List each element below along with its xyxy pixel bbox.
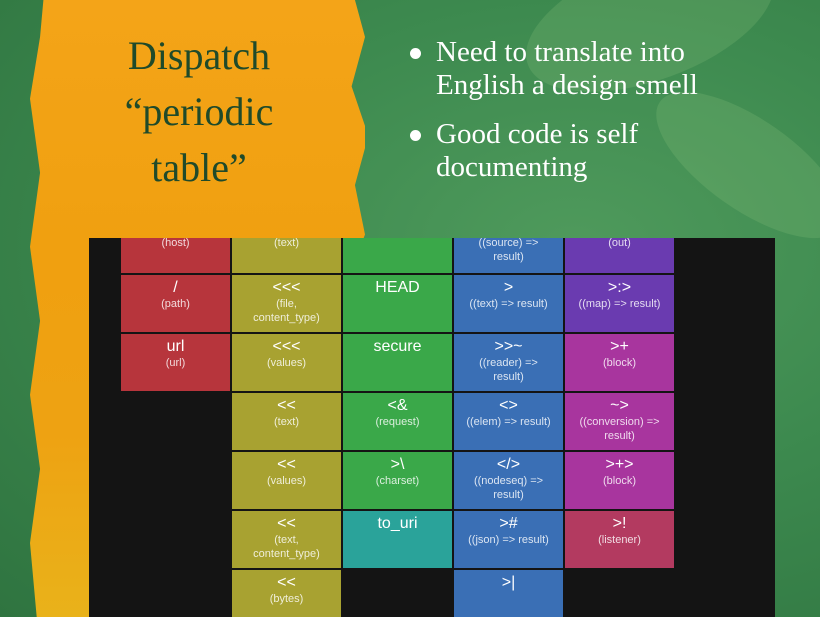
cell-symbol: to_uri bbox=[377, 515, 418, 532]
cell-symbol: <<< bbox=[272, 338, 301, 355]
table-cell: << (text) bbox=[232, 393, 341, 450]
table-cell: <<< (values) bbox=[232, 334, 341, 391]
bullet-2-line-1: Good code is self bbox=[436, 118, 639, 150]
cell-symbol: << bbox=[277, 574, 296, 591]
table-cell: HEAD bbox=[343, 275, 452, 332]
table-cell: <<< (file, content_type) bbox=[232, 275, 341, 332]
cell-signature: (request) bbox=[375, 416, 420, 428]
table-cell: to_uri bbox=[343, 511, 452, 568]
cell-signature: (text) bbox=[273, 238, 300, 249]
cell-symbol: ~> bbox=[610, 397, 629, 414]
cell-signature: (text, content_type) bbox=[253, 534, 320, 560]
table-cell: >+ (block) bbox=[565, 334, 674, 391]
cell-symbol: ># bbox=[499, 515, 518, 532]
cell-symbol: </> bbox=[496, 456, 521, 473]
cell-signature: ((map) => result) bbox=[578, 298, 661, 310]
cell-symbol: >! bbox=[612, 515, 627, 532]
table-cell: << (values) bbox=[232, 452, 341, 509]
bullet-dot-icon bbox=[410, 48, 421, 59]
table-cell: </> ((nodeseq) => result) bbox=[454, 452, 563, 509]
cell-signature: ((nodeseq) => result) bbox=[473, 475, 544, 501]
cell-signature: (path) bbox=[161, 298, 190, 310]
table-cell: ~> ((conversion) => result) bbox=[565, 393, 674, 450]
cell-symbol: >:> bbox=[607, 279, 632, 296]
table-cell: >:> ((map) => result) bbox=[565, 275, 674, 332]
cell-symbol: <& bbox=[387, 397, 408, 414]
table-cell: ># ((json) => result) bbox=[454, 511, 563, 568]
cell-symbol: >+ bbox=[610, 338, 629, 355]
table-cell: >! (listener) bbox=[565, 511, 674, 568]
cell-symbol: << bbox=[277, 456, 296, 473]
title-line-1: Dispatch bbox=[127, 33, 271, 78]
table-cell: ((source) => result) bbox=[454, 238, 563, 273]
table-cell: url (url) bbox=[121, 334, 230, 391]
cell-signature: (values) bbox=[266, 475, 307, 487]
table-cell: >\ (charset) bbox=[343, 452, 452, 509]
cell-symbol: << bbox=[277, 397, 296, 414]
bullet-2-line-2: documenting bbox=[436, 151, 588, 183]
cell-symbol: HEAD bbox=[375, 279, 420, 296]
cell-signature: (values) bbox=[266, 357, 307, 369]
cell-signature: (out) bbox=[608, 238, 631, 249]
bullet-dot-icon bbox=[410, 130, 421, 141]
cell-symbol: <<< bbox=[272, 279, 301, 296]
cell-symbol: <> bbox=[499, 397, 518, 414]
table-cell: <> ((elem) => result) bbox=[454, 393, 563, 450]
title-line-2: “periodic bbox=[124, 89, 274, 134]
bullet-1-line-2: English a design smell bbox=[436, 69, 698, 101]
table-cell: (text) bbox=[232, 238, 341, 273]
table-cell: >>~ ((reader) => result) bbox=[454, 334, 563, 391]
cell-symbol: / bbox=[173, 279, 178, 296]
table-cell: << (text, content_type) bbox=[232, 511, 341, 568]
table-cell: << (bytes) bbox=[232, 570, 341, 617]
cell-signature: ((elem) => result) bbox=[466, 416, 551, 428]
cell-signature: ((source) => result) bbox=[478, 238, 539, 263]
bullet-item: Good code is self documenting bbox=[406, 118, 806, 184]
cell-symbol: > bbox=[503, 279, 514, 296]
cell-signature: (host) bbox=[161, 238, 190, 249]
table-cell bbox=[343, 238, 452, 273]
table-cell: / (path) bbox=[121, 275, 230, 332]
cell-symbol: << bbox=[277, 515, 296, 532]
dispatch-periodic-table: (host) / (path) url (url) (text) <<< (file, con… bbox=[89, 238, 775, 617]
table-cell: >+> (block) bbox=[565, 452, 674, 509]
cell-signature: (block) bbox=[602, 475, 636, 487]
cell-signature: (charset) bbox=[375, 475, 420, 487]
cell-signature: (listener) bbox=[598, 534, 641, 546]
table-cell: secure bbox=[343, 334, 452, 391]
bullet-1-line-1: Need to translate into bbox=[436, 36, 685, 68]
title-line-3: table” bbox=[151, 145, 247, 190]
cell-signature: ((json) => result) bbox=[468, 534, 549, 546]
cell-signature: ((conversion) => result) bbox=[579, 416, 660, 442]
table-cell: <& (request) bbox=[343, 393, 452, 450]
cell-symbol: >>~ bbox=[494, 338, 523, 355]
cell-signature: (bytes) bbox=[269, 593, 304, 605]
table-cell: >| bbox=[454, 570, 563, 617]
cell-symbol: >+> bbox=[605, 456, 634, 473]
cell-symbol: >\ bbox=[390, 456, 405, 473]
table-cell: (out) bbox=[565, 238, 674, 273]
bullet-item: Need to translate into English a design … bbox=[406, 36, 806, 102]
table-cell: (host) bbox=[121, 238, 230, 273]
cell-signature: (text) bbox=[273, 416, 300, 428]
cell-signature: (file, content_type) bbox=[253, 298, 320, 324]
cell-signature: (url) bbox=[165, 357, 186, 369]
cell-signature: ((reader) => result) bbox=[479, 357, 538, 383]
table-cell: > ((text) => result) bbox=[454, 275, 563, 332]
cell-signature: (block) bbox=[602, 357, 636, 369]
cell-symbol: secure bbox=[373, 338, 422, 355]
bullet-list: Need to translate into English a design … bbox=[406, 36, 806, 200]
cell-symbol: url bbox=[166, 338, 185, 355]
cell-symbol: >| bbox=[501, 574, 516, 591]
slide-title: Dispatch “periodic table” bbox=[84, 28, 314, 196]
cell-signature: ((text) => result) bbox=[469, 298, 548, 310]
